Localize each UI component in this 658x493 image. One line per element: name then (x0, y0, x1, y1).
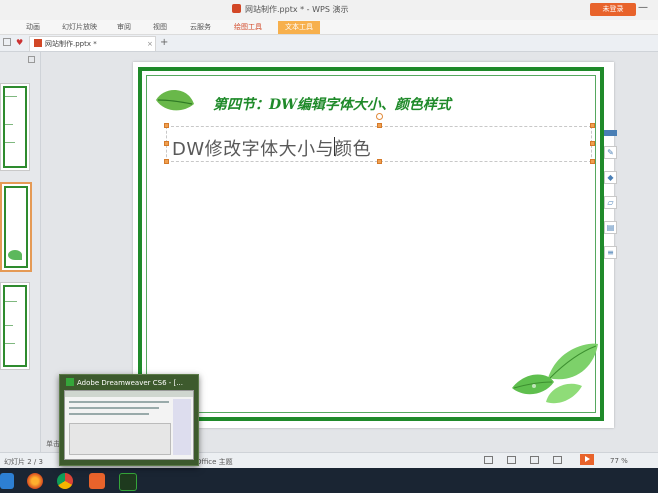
leaf-decoration-top (156, 89, 194, 111)
normal-view-icon[interactable] (507, 456, 516, 464)
fill-icon[interactable]: ◆ (604, 171, 617, 184)
wps-app-icon (232, 4, 241, 13)
document-tab[interactable]: 网站制作.pptx * × (29, 36, 156, 51)
resize-handle-n[interactable] (377, 123, 382, 128)
window-title: 网站制作.pptx * - WPS 演示 (232, 4, 348, 15)
new-tab-button[interactable]: + (160, 37, 168, 48)
resize-handle-w[interactable] (164, 141, 169, 146)
play-slideshow-button[interactable] (580, 454, 594, 465)
slide-thumbnail-1[interactable] (0, 83, 30, 171)
resize-handle-ne[interactable] (590, 123, 595, 128)
wps-presentation-icon[interactable] (89, 473, 105, 489)
dreamweaver-small-icon (66, 378, 74, 386)
tab-review[interactable]: 审阅 (117, 22, 131, 32)
resize-handle-e[interactable] (590, 141, 595, 146)
page-indicator: 幻灯片 2 / 3 (4, 458, 43, 466)
resize-handle-se[interactable] (590, 159, 595, 164)
preview-thumbnail[interactable] (64, 390, 194, 460)
pptx-file-icon (34, 39, 42, 47)
text-caret (334, 137, 335, 156)
tab-text-tools[interactable]: 文本工具 (278, 21, 320, 34)
dreamweaver-icon[interactable] (119, 473, 137, 491)
zoom-level[interactable]: 77 % (610, 457, 628, 465)
sorter-view-icon[interactable] (530, 456, 539, 464)
leaf-decoration-bottom (512, 343, 598, 404)
firefox-icon[interactable] (27, 473, 43, 489)
text-box-content[interactable]: DW修改字体大小与颜色 (172, 135, 371, 161)
preview-title: Adobe Dreamweaver CS6 - [... (66, 378, 196, 387)
leaf-thumbnail-icon (8, 250, 22, 260)
slide-thumbnail-3[interactable] (0, 282, 30, 370)
title-bar: 网站制作.pptx * - WPS 演示 未登录 — (0, 0, 658, 20)
panel-close-icon[interactable] (28, 56, 35, 63)
slide-title[interactable]: 第四节：DW编辑字体大小、颜色样式 (213, 94, 451, 114)
resize-handle-s[interactable] (377, 159, 382, 164)
close-tab-icon[interactable]: × (147, 37, 153, 51)
home-icon[interactable]: ♥ (16, 38, 25, 47)
edit-shape-icon[interactable]: ✎ (604, 146, 617, 159)
tab-view[interactable]: 视图 (153, 22, 167, 32)
outline-icon[interactable]: ▱ (604, 196, 617, 209)
float-tool-marker (604, 130, 617, 136)
reading-view-icon[interactable] (553, 456, 562, 464)
layer-icon[interactable]: ▤ (604, 221, 617, 234)
slide-thumbnail-2[interactable] (0, 182, 32, 272)
theme-name: Office 主题 (196, 458, 233, 466)
chrome-icon[interactable] (57, 473, 73, 489)
ie-icon[interactable] (0, 473, 14, 489)
login-button[interactable]: 未登录 (590, 3, 636, 16)
tab-animation[interactable]: 动画 (26, 22, 40, 32)
menu-icon[interactable] (3, 38, 11, 46)
resize-handle-nw[interactable] (164, 123, 169, 128)
tab-slideshow[interactable]: 幻灯片放映 (62, 22, 97, 32)
comment-icon[interactable] (484, 456, 493, 464)
resize-handle-sw[interactable] (164, 159, 169, 164)
rotate-handle[interactable] (376, 113, 383, 120)
tab-drawing-tools[interactable]: 绘图工具 (234, 22, 262, 32)
wrap-icon[interactable]: ≡ (604, 246, 617, 259)
minimize-icon[interactable]: — (638, 2, 658, 16)
ribbon-tab-bar: 动画 幻灯片放映 审阅 视图 云服务 绘图工具 (0, 20, 658, 35)
tab-cloud[interactable]: 云服务 (190, 22, 211, 32)
